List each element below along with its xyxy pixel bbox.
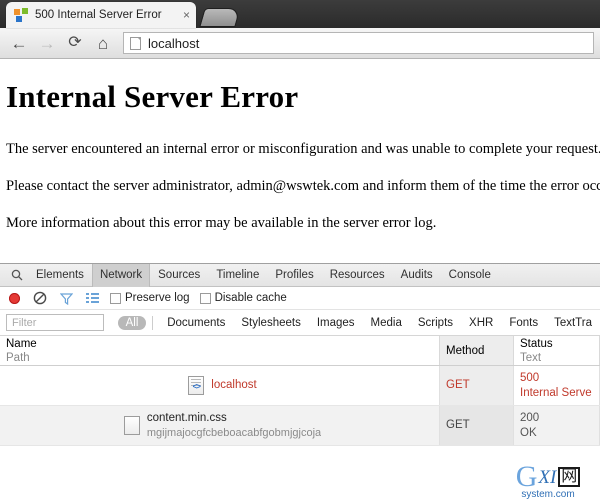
tab-profiles[interactable]: Profiles: [267, 264, 321, 287]
request-path: mgijmajocgfcbeboacabfgobmjgjcoja: [146, 426, 322, 439]
row-status-cell: 200 OK: [514, 406, 600, 445]
request-name: content.min.css: [146, 411, 227, 424]
column-header-status[interactable]: Status Text: [514, 336, 600, 365]
tab-network[interactable]: Network: [91, 263, 151, 287]
reload-icon[interactable]: ⟳: [62, 31, 88, 55]
status-text: Internal Serve: [520, 386, 592, 399]
filter-icon[interactable]: [58, 290, 74, 306]
preserve-log-checkbox[interactable]: Preserve log: [110, 292, 190, 304]
tab-title: 500 Internal Server Error: [35, 9, 162, 21]
filter-documents[interactable]: Documents: [159, 317, 233, 329]
header-text-label: Text: [520, 352, 542, 364]
checkbox-box: [199, 292, 211, 304]
forward-arrow-icon: →: [38, 33, 56, 53]
close-icon[interactable]: ×: [183, 9, 190, 21]
filter-input[interactable]: Filter: [6, 314, 104, 331]
table-row[interactable]: <> localhost GET 500 Internal Serve: [0, 366, 600, 406]
large-rows-icon[interactable]: [84, 290, 100, 306]
column-header-name[interactable]: Name Path: [0, 336, 440, 365]
error-paragraph-1: The server encountered an internal error…: [6, 141, 600, 157]
page-title: Internal Server Error: [6, 79, 299, 114]
preserve-log-label: Preserve log: [125, 292, 190, 304]
status-text: OK: [520, 426, 537, 439]
error-paragraph-2: Please contact the server administrator,…: [6, 178, 600, 194]
tab-resources[interactable]: Resources: [322, 264, 393, 287]
disable-cache-label: Disable cache: [214, 292, 287, 304]
filter-images[interactable]: Images: [309, 317, 363, 329]
row-name-cell: content.min.css mgijmajocgfcbeboacabfgob…: [0, 406, 440, 445]
navigation-toolbar: ← → ⟳ ⌂ localhost: [0, 28, 600, 59]
header-path-label: Path: [6, 352, 30, 364]
tab-sources[interactable]: Sources: [150, 264, 208, 287]
address-bar-value: localhost: [148, 35, 200, 51]
row-method-cell: GET: [440, 406, 514, 445]
table-header-row: Name Path Method Status Text: [0, 336, 600, 366]
document-code-icon: <>: [188, 376, 205, 395]
tab-timeline[interactable]: Timeline: [208, 264, 267, 287]
filter-scripts[interactable]: Scripts: [410, 317, 461, 329]
divider: [152, 315, 154, 330]
page-document-icon: [130, 36, 141, 50]
filter-texttracks[interactable]: TextTra: [546, 317, 600, 329]
header-status-label: Status: [520, 337, 553, 350]
header-method-label: Method: [446, 344, 485, 357]
row-status-cell: 500 Internal Serve: [514, 366, 600, 405]
status-code: 500: [520, 371, 540, 384]
filter-all-button[interactable]: All: [117, 315, 147, 330]
tab-console[interactable]: Console: [441, 264, 499, 287]
request-method: GET: [446, 419, 470, 432]
devtools-tabbar: Elements Network Sources Timeline Profil…: [0, 263, 600, 287]
chrome-grid-favicon: [14, 7, 29, 23]
record-icon[interactable]: [6, 290, 22, 306]
home-icon[interactable]: ⌂: [90, 31, 116, 55]
filter-fonts[interactable]: Fonts: [501, 317, 546, 329]
row-name-cell: <> localhost: [0, 366, 440, 405]
browser-tab-active[interactable]: 500 Internal Server Error ×: [6, 2, 196, 28]
row-method-cell: GET: [440, 366, 514, 405]
checkbox-box: [110, 292, 121, 304]
page-viewport: Internal Server Error The server encount…: [0, 59, 600, 263]
new-tab-button[interactable]: [199, 8, 241, 27]
document-icon: [123, 416, 140, 435]
network-toolbar: Preserve log Disable cache: [0, 287, 600, 310]
back-arrow-icon[interactable]: ←: [6, 31, 32, 55]
browser-window: 500 Internal Server Error × ← → ⟳ ⌂ loca…: [0, 0, 600, 504]
table-row[interactable]: content.min.css mgijmajocgfcbeboacabfgob…: [0, 406, 600, 446]
tab-strip: 500 Internal Server Error ×: [0, 0, 600, 28]
tab-elements[interactable]: Elements: [28, 264, 92, 287]
network-request-table: Name Path Method Status Text <> localhos…: [0, 336, 600, 476]
request-method: GET: [446, 379, 470, 392]
filter-stylesheets[interactable]: Stylesheets: [233, 317, 308, 329]
tab-audits[interactable]: Audits: [393, 264, 441, 287]
search-icon[interactable]: [6, 269, 28, 281]
resource-type-filterbar: Filter All Documents Stylesheets Images …: [0, 310, 600, 336]
error-paragraph-3: More information about this error may be…: [6, 215, 437, 231]
filter-media[interactable]: Media: [363, 317, 410, 329]
watermark-subtitle: system.com: [521, 489, 575, 500]
header-name-label: Name: [6, 337, 37, 350]
devtools-panel: Elements Network Sources Timeline Profil…: [0, 263, 600, 476]
filter-xhr[interactable]: XHR: [461, 317, 501, 329]
clear-icon[interactable]: [32, 290, 48, 306]
status-code: 200: [520, 411, 540, 424]
address-bar[interactable]: localhost: [123, 32, 594, 54]
request-name: localhost: [211, 379, 257, 392]
filter-placeholder: Filter: [12, 316, 37, 329]
column-header-method[interactable]: Method: [440, 336, 514, 365]
disable-cache-checkbox[interactable]: Disable cache: [199, 292, 287, 304]
